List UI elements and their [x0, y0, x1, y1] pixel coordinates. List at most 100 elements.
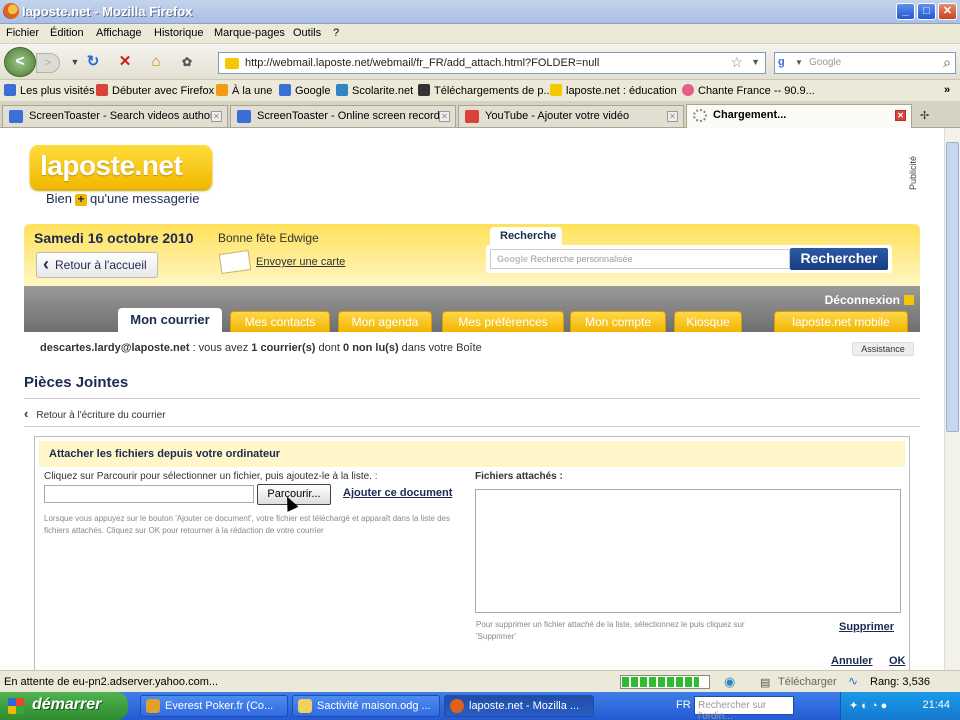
url-text[interactable]: http://webmail.laposte.net/webmail/fr_FR…	[245, 57, 599, 69]
tab-mon-courrier[interactable]: Mon courrier	[118, 308, 222, 332]
send-card-link[interactable]: Envoyer une carte	[256, 256, 345, 268]
minimize-button[interactable]: _	[896, 3, 915, 20]
back-to-compose-link[interactable]: Retour à l'écriture du courrier	[24, 406, 165, 421]
loading-spinner-icon	[693, 109, 707, 122]
bookmark-icon	[418, 84, 430, 96]
addon-icon[interactable]: ✿	[176, 52, 198, 72]
menu-marque-pages[interactable]: Marque-pages	[214, 27, 285, 39]
tab-mobile[interactable]: laposte.net mobile	[774, 311, 908, 332]
start-label: démarrer	[32, 696, 102, 713]
bookmark-item[interactable]: Les plus visités	[4, 84, 95, 97]
add-document-link[interactable]: Ajouter ce document	[343, 487, 452, 499]
telecharger-label[interactable]: Télécharger	[778, 676, 837, 688]
bookmark-star-icon[interactable]: ☆	[730, 54, 743, 71]
tab-close-icon[interactable]: ✕	[667, 111, 678, 122]
publicite-label: Publicité	[908, 155, 918, 190]
menu-affichage[interactable]: Affichage	[96, 27, 142, 39]
menu-outils[interactable]: Outils	[293, 27, 321, 39]
tab-close-icon[interactable]: ✕	[211, 111, 222, 122]
logout-link[interactable]: Déconnexion	[825, 293, 914, 307]
remove-link[interactable]: Supprimer	[839, 621, 894, 633]
browser-tab[interactable]: YouTube - Ajouter votre vidéo ✕	[458, 105, 684, 127]
bookmark-item[interactable]: Google	[279, 84, 330, 97]
language-indicator[interactable]: FR	[676, 699, 691, 711]
laposte-icon	[550, 84, 562, 96]
tab-list-icon[interactable]: ✢	[920, 109, 929, 122]
maximize-button[interactable]: □	[917, 3, 936, 20]
attached-files-label: Fichiers attachés :	[475, 471, 563, 482]
taskbar-label: laposte.net - Mozilla ...	[469, 700, 580, 712]
google-icon[interactable]: g	[778, 56, 792, 70]
laposte-logo[interactable]: laposte.net	[30, 145, 212, 189]
logout-icon	[904, 295, 914, 305]
taskbar-item[interactable]: Sactivité maison.odg ...	[292, 695, 440, 717]
tab-mes-contacts[interactable]: Mes contacts	[230, 311, 330, 332]
stop-icon[interactable]: ✕	[114, 52, 136, 72]
taskbar-item[interactable]: Everest Poker.fr (Co...	[140, 695, 288, 717]
reload-icon[interactable]: ↻	[82, 52, 104, 72]
bookmark-item[interactable]: laposte.net : éducation	[550, 84, 677, 97]
tab-bar: ScreenToaster - Search videos author... ✕…	[0, 102, 960, 128]
tab-mes-preferences[interactable]: Mes préférences	[442, 311, 564, 332]
tab-mon-agenda[interactable]: Mon agenda	[338, 311, 432, 332]
home-icon[interactable]: ⌂	[145, 52, 167, 72]
back-button[interactable]: <	[4, 47, 36, 77]
file-path-input[interactable]	[44, 485, 254, 503]
search-box[interactable]: g ▼ Google ⌕	[774, 52, 956, 74]
envelope-icon[interactable]	[218, 250, 252, 274]
search-engine-dropdown-icon[interactable]: ▼	[795, 58, 803, 67]
menu-help[interactable]: ?	[333, 27, 339, 39]
bookmark-item[interactable]: Chante France -- 90.9...	[682, 84, 815, 97]
menu-edition[interactable]: Édition	[50, 27, 84, 39]
bookmark-item[interactable]: Scolarite.net	[336, 84, 413, 97]
back-home-button[interactable]: Retour à l'accueil	[36, 252, 158, 278]
assistance-button[interactable]: Assistance	[852, 342, 914, 356]
vertical-scrollbar[interactable]	[944, 128, 960, 670]
bookmark-item[interactable]: Débuter avec Firefox	[96, 84, 214, 97]
browser-tab[interactable]: ScreenToaster - Online screen record... ✕	[230, 105, 456, 127]
ok-link[interactable]: OK	[889, 655, 906, 667]
bookmark-item[interactable]: Téléchargements de p...	[418, 84, 553, 97]
site-search-button[interactable]: Rechercher	[790, 248, 888, 270]
bookmark-icon	[4, 84, 16, 96]
scrollbar-thumb[interactable]	[946, 142, 959, 432]
attached-files-list[interactable]	[475, 489, 901, 613]
search-icon[interactable]: ⌕	[943, 54, 951, 71]
site-search-input[interactable]: Google Recherche personnalisée	[490, 249, 790, 269]
tagline-left: Bien	[46, 191, 73, 206]
cancel-link[interactable]: Annuler	[831, 655, 873, 667]
bookmark-item[interactable]: À la une	[216, 84, 272, 97]
close-button[interactable]: ✕	[938, 3, 957, 20]
start-button[interactable]: démarrer	[0, 692, 128, 720]
windows-taskbar: démarrer Everest Poker.fr (Co... Sactivi…	[0, 692, 960, 720]
desktop-search-input[interactable]: Rechercher sur l'ordin...	[694, 696, 794, 720]
divider	[24, 426, 920, 427]
window-title: laposte.net - Mozilla Firefox	[22, 4, 193, 19]
tab-close-icon[interactable]: ✕	[895, 110, 906, 121]
tray-icons[interactable]: ✦ ◐ ◔ ●	[849, 699, 887, 712]
menu-bar: Fichier Édition Affichage Historique Mar…	[0, 24, 960, 44]
taskbar-item-active[interactable]: laposte.net - Mozilla ...	[444, 695, 594, 717]
browser-tab-active[interactable]: Chargement... ✕	[686, 104, 912, 128]
taskbar-label: Sactivité maison.odg ...	[317, 700, 431, 712]
download-icon[interactable]: ▤	[760, 676, 770, 689]
logo-text: laposte.net	[40, 150, 183, 181]
globe-icon[interactable]: ◉	[724, 674, 735, 690]
browser-tab[interactable]: ScreenToaster - Search videos author... ✕	[2, 105, 228, 127]
tagline: Bien + qu'une messagerie	[46, 191, 199, 206]
rss-icon	[216, 84, 228, 96]
app-icon	[146, 699, 160, 713]
search-tab[interactable]: Recherche	[490, 227, 562, 245]
url-bar[interactable]: http://webmail.laposte.net/webmail/fr_FR…	[218, 52, 766, 74]
bookmark-label: Débuter avec Firefox	[112, 85, 215, 97]
chevron-right-icon[interactable]: »	[944, 84, 950, 96]
url-dropdown-icon[interactable]: ▼	[751, 57, 760, 67]
menu-fichier[interactable]: Fichier	[6, 27, 39, 39]
tab-kiosque[interactable]: Kiosque	[674, 311, 742, 332]
tab-close-icon[interactable]: ✕	[439, 111, 450, 122]
tab-mon-compte[interactable]: Mon compte	[570, 311, 666, 332]
tab-favicon-icon	[9, 110, 23, 123]
forward-button[interactable]: >	[36, 53, 60, 73]
tab-label: YouTube - Ajouter votre vidéo	[485, 110, 630, 122]
menu-historique[interactable]: Historique	[154, 27, 204, 39]
